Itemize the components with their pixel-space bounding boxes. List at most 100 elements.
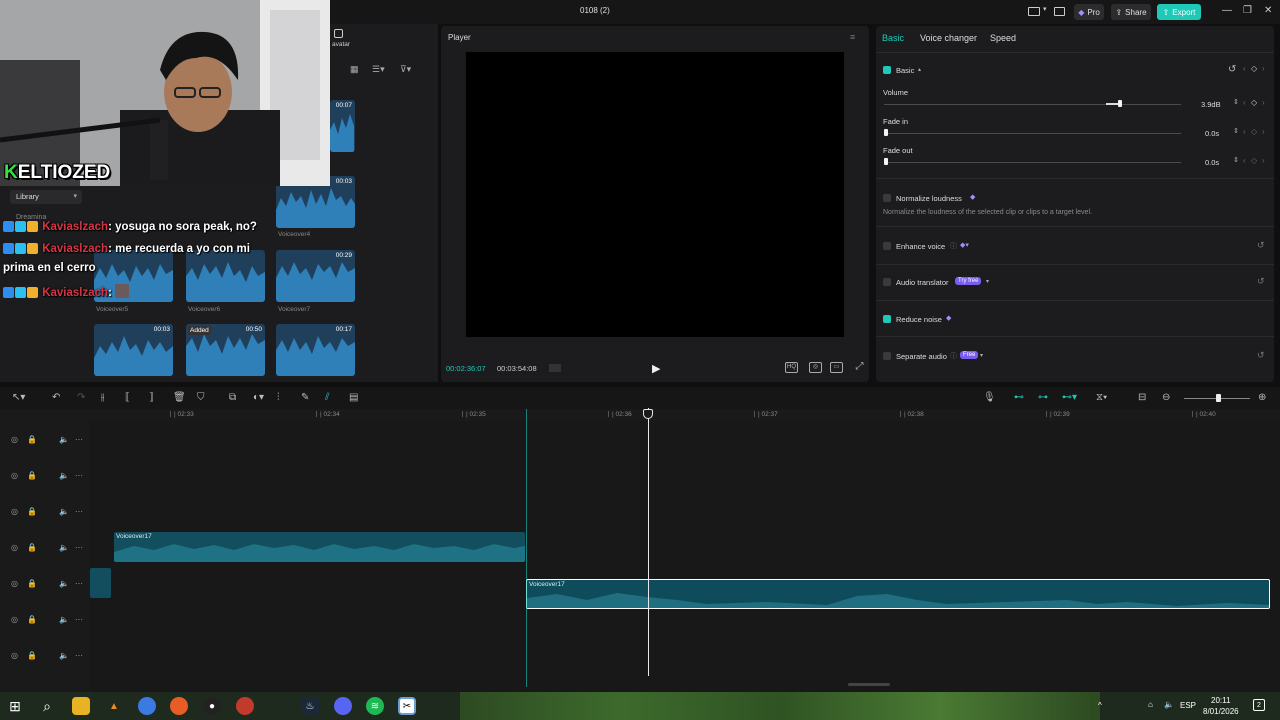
media-clip[interactable]: 00:29 [276, 250, 355, 302]
volume-slider-thumb[interactable] [1118, 100, 1122, 107]
subtitle-icon[interactable]: ▤ [349, 392, 358, 403]
obs-icon[interactable]: ● [203, 697, 221, 715]
more-icon[interactable]: ⋯ [75, 543, 83, 552]
ratio-icon[interactable]: ▭ [830, 362, 843, 373]
tab-voice-changer[interactable]: Voice changer [920, 33, 977, 43]
speaker-icon[interactable]: 🔈 [59, 543, 69, 552]
media-clip[interactable] [186, 250, 265, 302]
keyframe-next-icon[interactable]: › [1262, 127, 1265, 136]
fit-icon[interactable]: ⊟ [1138, 392, 1146, 403]
fade-out-slider[interactable] [884, 162, 1181, 163]
audio-clip[interactable] [90, 568, 111, 598]
avatar-icon[interactable] [334, 29, 343, 38]
share-button[interactable]: ⇪ Share [1111, 4, 1151, 20]
chevron-up-icon[interactable]: ▴ [918, 66, 921, 73]
keyframe-icon[interactable]: ◇ [1251, 98, 1257, 107]
library-dropdown[interactable]: Library ▾ [10, 190, 82, 204]
fade-in-slider-thumb[interactable] [884, 129, 888, 136]
close-icon[interactable]: ✕ [1264, 5, 1272, 16]
lock-icon[interactable]: 🔒 [27, 543, 37, 552]
link-main-icon[interactable]: ⊷ [1014, 392, 1024, 403]
firefox-icon[interactable] [170, 697, 188, 715]
tab-basic[interactable]: Basic [882, 33, 904, 43]
zoom-in-icon[interactable]: ⊕ [1258, 392, 1266, 403]
preview-axis-icon[interactable]: ⧖▾ [1096, 392, 1107, 403]
eye-icon[interactable]: ◎ [11, 435, 18, 444]
mask-icon[interactable]: ◐▾ [253, 392, 264, 403]
focus-icon[interactable]: ◎ [809, 362, 822, 373]
split-right-icon[interactable]: ⟧ [149, 392, 154, 403]
keyframe-next-icon[interactable]: › [1262, 156, 1265, 165]
link-clip-icon[interactable]: ⊷▾ [1062, 392, 1077, 403]
grid-view-icon[interactable]: ▦ [350, 64, 359, 75]
menu-icon[interactable]: ≡ [850, 32, 855, 42]
eye-icon[interactable]: ◎ [11, 471, 18, 480]
speaker-icon[interactable]: 🔈 [59, 435, 69, 444]
media-clip[interactable]: 00:07 [330, 100, 355, 152]
play-icon[interactable]: ▶ [652, 362, 660, 375]
video-preview[interactable] [466, 52, 844, 337]
sort-icon[interactable]: ☰▾ [372, 64, 385, 75]
chevron-down-icon[interactable]: ▾ [1043, 5, 1047, 13]
language-indicator[interactable]: ESP [1180, 701, 1196, 710]
eye-icon[interactable]: ◎ [11, 579, 18, 588]
more-icon[interactable]: ⋯ [75, 435, 83, 444]
keyframe-next-icon[interactable]: › [1262, 98, 1265, 107]
normalize-checkbox[interactable] [883, 194, 891, 202]
restore-icon[interactable]: ❐ [1243, 5, 1252, 16]
keyframe-next-icon[interactable]: › [1262, 64, 1265, 73]
playhead[interactable] [648, 408, 649, 676]
fade-in-slider[interactable] [884, 133, 1181, 134]
keyframe-prev-icon[interactable]: ‹ [1243, 127, 1246, 136]
eye-icon[interactable]: ◎ [11, 615, 18, 624]
keyframe-prev-icon[interactable]: ‹ [1243, 156, 1246, 165]
speaker-icon[interactable]: 🔈 [59, 471, 69, 480]
volume-value[interactable]: 3.9dB [1201, 100, 1221, 109]
keyframe-icon[interactable]: ◇ [1251, 156, 1257, 165]
horizontal-scrollbar[interactable] [848, 683, 890, 686]
volume-icon[interactable]: 🔈 [1164, 700, 1174, 709]
magic-icon[interactable]: ✎ [301, 392, 309, 403]
lock-icon[interactable]: 🔒 [27, 651, 37, 660]
track-area[interactable]: Voiceover17 Voiceover17 [90, 421, 1280, 692]
fade-out-slider-thumb[interactable] [884, 158, 888, 165]
audio-clip-selected[interactable]: Voiceover17 [526, 579, 1270, 609]
zoom-out-icon[interactable]: ⊖ [1162, 392, 1170, 403]
split-icon[interactable]: ⫲ [101, 392, 104, 403]
app-icon[interactable] [236, 697, 254, 715]
eye-icon[interactable]: ◎ [11, 543, 18, 552]
redo-icon[interactable]: ↷ [77, 392, 85, 403]
filter-icon[interactable]: ⊽▾ [400, 64, 411, 75]
time-ruler[interactable]: | 02:33 | 02:34 | 02:35 | 02:36 | 02:37 … [90, 409, 1280, 421]
speaker-icon[interactable]: 🔈 [59, 579, 69, 588]
reset-icon[interactable]: ↺ [1257, 350, 1265, 361]
fade-out-value[interactable]: 0.0s [1205, 158, 1219, 167]
clock-date[interactable]: 8/01/2026 [1203, 707, 1239, 716]
more-icon[interactable]: ⋯ [75, 651, 83, 660]
search-icon[interactable]: ⌕ [38, 697, 56, 715]
fullscreen-icon[interactable]: ⤢ [853, 362, 866, 373]
more-icon[interactable]: ⋯ [75, 579, 83, 588]
reset-icon[interactable]: ↺ [1257, 240, 1265, 251]
adjust-icon[interactable]: ⫶ [277, 392, 280, 403]
folder-dreamina[interactable]: Dreamina [16, 214, 46, 221]
keyframe-prev-icon[interactable]: ‹ [1243, 98, 1246, 107]
enhance-checkbox[interactable] [883, 242, 891, 250]
stepper-icon[interactable]: ⇕ [1233, 127, 1239, 135]
clock-time[interactable]: 20:11 [1211, 696, 1230, 705]
select-tool-icon[interactable]: ↖▾ [12, 392, 25, 403]
stepper-icon[interactable]: ⇕ [1233, 156, 1239, 164]
undo-icon[interactable]: ↶ [52, 392, 60, 403]
media-clip[interactable]: 00:17 [276, 324, 355, 376]
keyframe-icon[interactable]: ◇ [1251, 64, 1257, 73]
network-icon[interactable]: ⌂ [1148, 700, 1153, 709]
vlc-icon[interactable]: ▲ [105, 697, 123, 715]
chevron-down-icon[interactable]: ▾ [980, 352, 983, 359]
volume-slider[interactable] [884, 104, 1181, 105]
discord-icon[interactable] [334, 697, 352, 715]
more-icon[interactable]: ⋯ [75, 507, 83, 516]
lock-icon[interactable]: 🔒 [27, 579, 37, 588]
chrome-icon[interactable] [138, 697, 156, 715]
audio-icon[interactable]: ⫽ [325, 392, 329, 403]
microphone-icon[interactable]: 🎙 [983, 392, 996, 403]
